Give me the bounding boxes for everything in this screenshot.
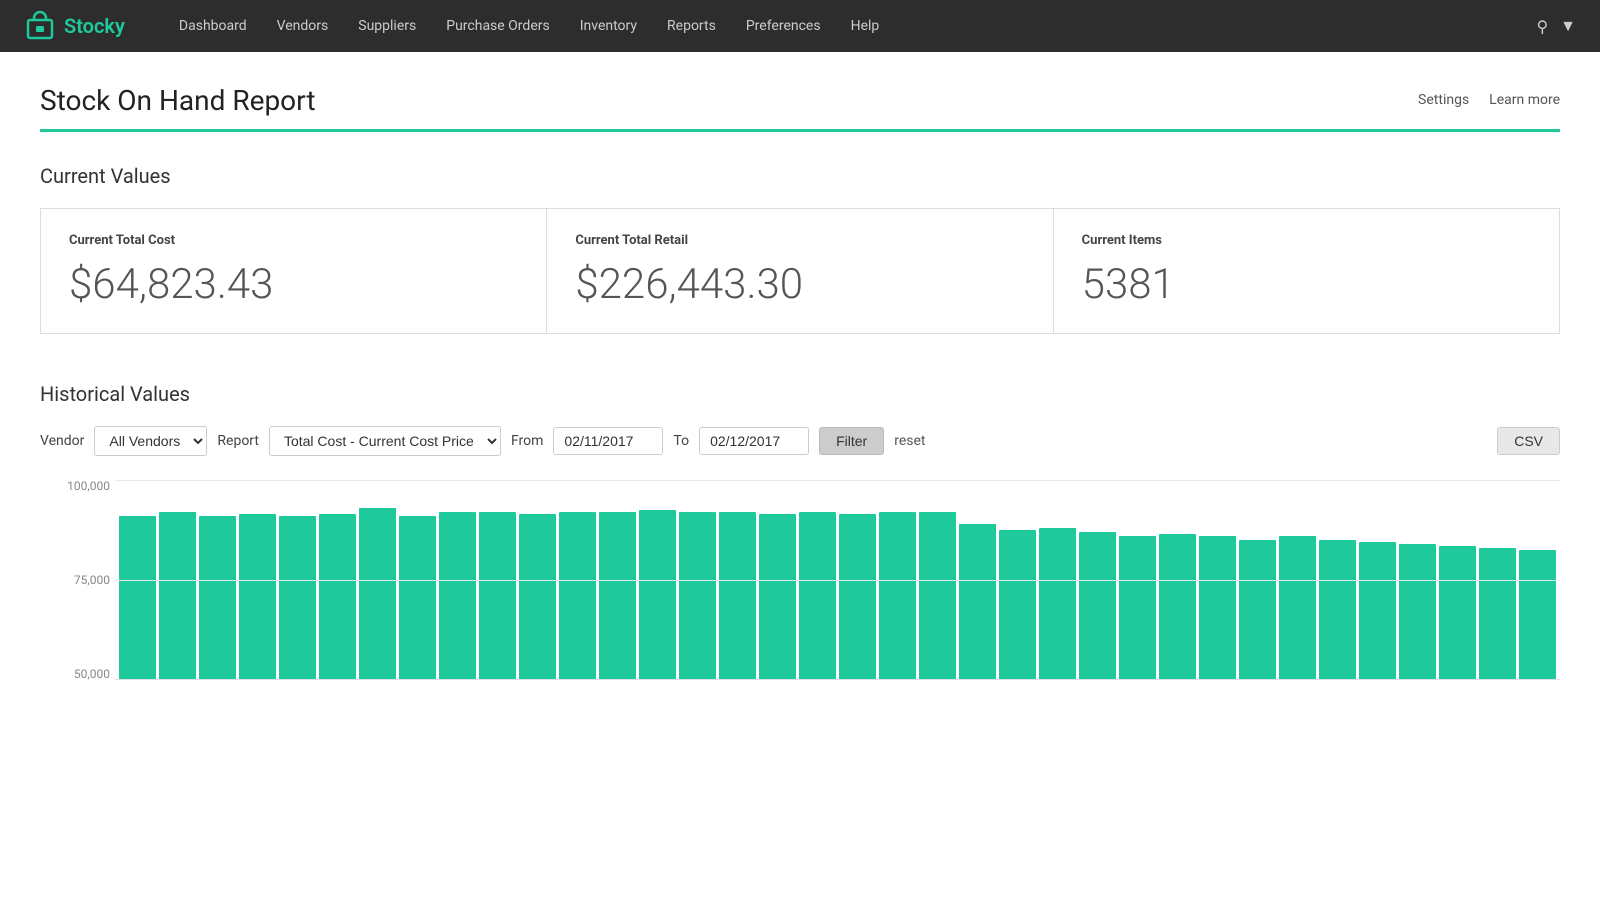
filter-button[interactable]: Filter — [819, 427, 884, 455]
chart-bar — [1479, 548, 1516, 679]
nav-item-vendors[interactable]: Vendors — [263, 12, 343, 40]
nav-item-preferences[interactable]: Preferences — [732, 12, 835, 40]
chart-bar — [839, 514, 876, 679]
page-title: Stock On Hand Report — [40, 84, 315, 117]
csv-button[interactable]: CSV — [1497, 427, 1560, 455]
historical-values-section: Historical Values Vendor All Vendors Rep… — [40, 382, 1560, 710]
chart-bar — [1399, 544, 1436, 679]
historical-values-title: Historical Values — [40, 382, 1560, 406]
reset-link[interactable]: reset — [894, 433, 925, 449]
chart-grid — [115, 480, 1560, 680]
chart-bar — [1439, 546, 1476, 679]
chart-bar — [1519, 550, 1556, 679]
stat-card-current-items-label: Current Items — [1082, 233, 1531, 248]
chevron-down-icon[interactable]: ▼ — [1560, 16, 1576, 36]
filter-row: Vendor All Vendors Report Total Cost - C… — [40, 426, 1560, 456]
chart-bar — [239, 514, 276, 679]
chart-bar — [359, 508, 396, 679]
stat-card-total-cost: Current Total Cost $64,823.43 — [40, 208, 547, 334]
logo[interactable]: Stocky — [24, 10, 125, 42]
stat-cards-row: Current Total Cost $64,823.43 Current To… — [40, 208, 1560, 334]
from-label: From — [511, 433, 543, 449]
stat-card-total-retail-value: $226,443.30 — [575, 260, 1024, 309]
chart-bar — [1359, 542, 1396, 679]
teal-divider — [40, 129, 1560, 132]
vendor-label: Vendor — [40, 433, 84, 449]
chart-bar — [879, 512, 916, 679]
chart-y-labels: 100,000 75,000 50,000 — [40, 480, 110, 680]
nav-item-inventory[interactable]: Inventory — [566, 12, 651, 40]
chart-bar — [1319, 540, 1356, 679]
y-label-75k: 75,000 — [40, 574, 110, 586]
chart-bar — [1239, 540, 1276, 679]
chart-bar — [599, 512, 636, 679]
nav-right: ⚲ ▼ — [1536, 16, 1576, 36]
nav-item-dashboard[interactable]: Dashboard — [165, 12, 261, 40]
stat-card-total-retail: Current Total Retail $226,443.30 — [547, 208, 1053, 334]
chart-bar — [679, 512, 716, 679]
chart-bar — [1279, 536, 1316, 679]
settings-link[interactable]: Settings — [1418, 92, 1469, 108]
nav-item-purchase-orders[interactable]: Purchase Orders — [432, 12, 563, 40]
vendor-select[interactable]: All Vendors — [94, 426, 207, 456]
stat-card-current-items-value: 5381 — [1082, 260, 1531, 309]
search-icon[interactable]: ⚲ — [1536, 17, 1548, 36]
chart-bar — [919, 512, 956, 679]
chart-bar — [399, 516, 436, 679]
chart-bar — [519, 514, 556, 679]
chart-bar — [959, 524, 996, 679]
stat-card-total-retail-label: Current Total Retail — [575, 233, 1024, 248]
chart-bar — [159, 512, 196, 679]
stat-card-total-cost-value: $64,823.43 — [69, 260, 518, 309]
current-values-section: Current Values Current Total Cost $64,82… — [40, 164, 1560, 334]
to-date-input[interactable] — [699, 427, 809, 455]
chart-bar — [639, 510, 676, 679]
chart-bar — [439, 512, 476, 679]
page-content: Stock On Hand Report Settings Learn more… — [0, 52, 1600, 710]
y-label-100k: 100,000 — [40, 480, 110, 492]
chart-bar — [999, 530, 1036, 679]
navigation: Stocky Dashboard Vendors Suppliers Purch… — [0, 0, 1600, 52]
chart-bar — [1039, 528, 1076, 679]
stat-card-current-items: Current Items 5381 — [1054, 208, 1560, 334]
from-date-input[interactable] — [553, 427, 663, 455]
report-select[interactable]: Total Cost - Current Cost PriceTotal Cos… — [269, 426, 501, 456]
chart-bar — [279, 516, 316, 679]
grid-line-top — [115, 480, 1560, 481]
chart-bar — [479, 512, 516, 679]
nav-item-suppliers[interactable]: Suppliers — [344, 12, 430, 40]
page-header: Stock On Hand Report Settings Learn more — [40, 84, 1560, 117]
page-actions: Settings Learn more — [1418, 92, 1560, 108]
logo-text: Stocky — [64, 14, 125, 38]
chart-area: 100,000 75,000 50,000 — [40, 480, 1560, 710]
to-label: To — [673, 433, 689, 449]
chart-bar — [559, 512, 596, 679]
stat-card-total-cost-label: Current Total Cost — [69, 233, 518, 248]
current-values-title: Current Values — [40, 164, 1560, 188]
nav-item-reports[interactable]: Reports — [653, 12, 730, 40]
grid-line-mid — [115, 580, 1560, 581]
learn-more-link[interactable]: Learn more — [1489, 92, 1560, 108]
chart-bar — [719, 512, 756, 679]
chart-bar — [1199, 536, 1236, 679]
chart-bar — [759, 514, 796, 679]
logo-icon — [24, 10, 56, 42]
nav-links: Dashboard Vendors Suppliers Purchase Ord… — [165, 12, 1537, 40]
chart-bar — [319, 514, 356, 679]
chart-bar — [1079, 532, 1116, 679]
chart-bar — [119, 516, 156, 679]
y-label-50k: 50,000 — [40, 668, 110, 680]
chart-bar — [1159, 534, 1196, 679]
chart-bar — [799, 512, 836, 679]
chart-bar — [199, 516, 236, 679]
chart-bar — [1119, 536, 1156, 679]
nav-item-help[interactable]: Help — [837, 12, 894, 40]
report-label: Report — [217, 433, 259, 449]
